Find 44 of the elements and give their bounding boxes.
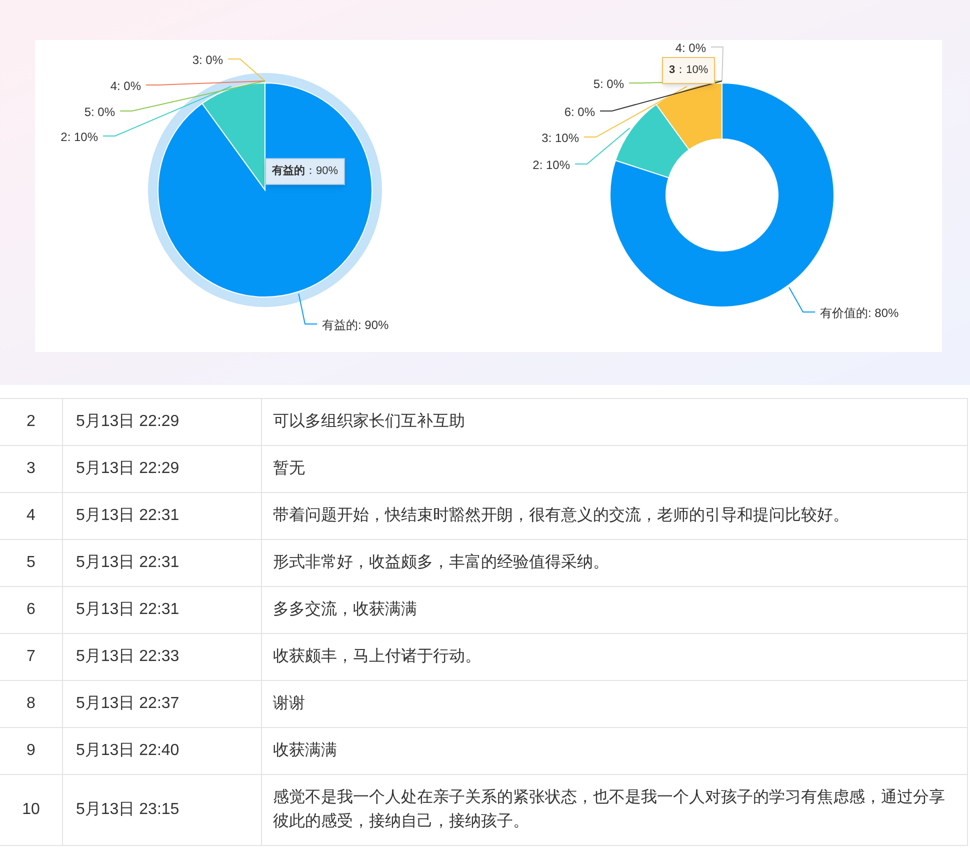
data-label: 有益的: 90% <box>322 318 389 332</box>
table-cell: 5月13日 22:29 <box>63 399 262 445</box>
table-cell: 谢谢 <box>262 681 968 727</box>
data-label: 4: 0% <box>675 41 706 55</box>
data-label: 5: 0% <box>593 77 624 91</box>
table-cell: 6 <box>0 587 63 633</box>
pie-slice[interactable] <box>158 82 372 298</box>
table-cell: 5月13日 22:37 <box>63 681 262 727</box>
data-label: 3: 0% <box>192 53 223 67</box>
table-cell: 感觉不是我一个人处在亲子关系的紧张状态，也不是我一个人对孩子的学习有焦虑感，通过分享彼此的感受，接纳自己，接纳孩子。 <box>262 775 968 845</box>
table-cell: 带着问题开始，快结束时豁然开朗，很有意义的交流，老师的引导和提问比较好。 <box>262 493 968 539</box>
data-label: 2: 10% <box>532 158 570 172</box>
table-cell: 5月13日 22:31 <box>63 540 262 586</box>
table-cell: 8 <box>0 681 63 727</box>
table-cell: 7 <box>0 634 63 680</box>
data-label: 有价值的: 80% <box>820 306 899 320</box>
table-cell: 3 <box>0 446 63 492</box>
table-cell: 10 <box>0 775 63 845</box>
table-cell: 暂无 <box>262 446 968 492</box>
table-cell: 形式非常好，收益颇多，丰富的经验值得采纳。 <box>262 540 968 586</box>
pie-slice[interactable] <box>614 104 690 178</box>
pie-slice[interactable] <box>202 82 266 190</box>
tooltip: 3：10% <box>662 57 716 84</box>
pie-slice[interactable] <box>656 82 722 150</box>
table-cell: 多多交流，收获满满 <box>262 587 968 633</box>
table-cell: 5月13日 22:29 <box>63 446 262 492</box>
data-label: 2: 10% <box>60 130 98 144</box>
data-label: 6: 0% <box>564 105 595 119</box>
data-label: 5: 0% <box>84 105 115 119</box>
table-cell: 5月13日 22:31 <box>63 587 262 633</box>
table-cell: 5 <box>0 540 63 586</box>
table-cell: 收获颇丰，马上付诸于行动。 <box>262 634 968 680</box>
tooltip: 有益的：90% <box>265 158 346 184</box>
table-cell: 2 <box>0 399 63 445</box>
data-label: 3: 10% <box>542 131 579 145</box>
table-cell: 5月13日 22:40 <box>63 728 262 774</box>
table-cell: 可以多组织家长们互补互助 <box>262 399 968 445</box>
table-cell: 5月13日 22:33 <box>63 634 262 680</box>
table-cell: 5月13日 22:31 <box>63 493 262 539</box>
data-label: 4: 0% <box>110 79 141 93</box>
table-cell: 收获满满 <box>262 728 968 774</box>
table-cell: 4 <box>0 493 63 539</box>
table-cell: 5月13日 23:15 <box>63 775 262 845</box>
table-cell: 9 <box>0 728 63 774</box>
